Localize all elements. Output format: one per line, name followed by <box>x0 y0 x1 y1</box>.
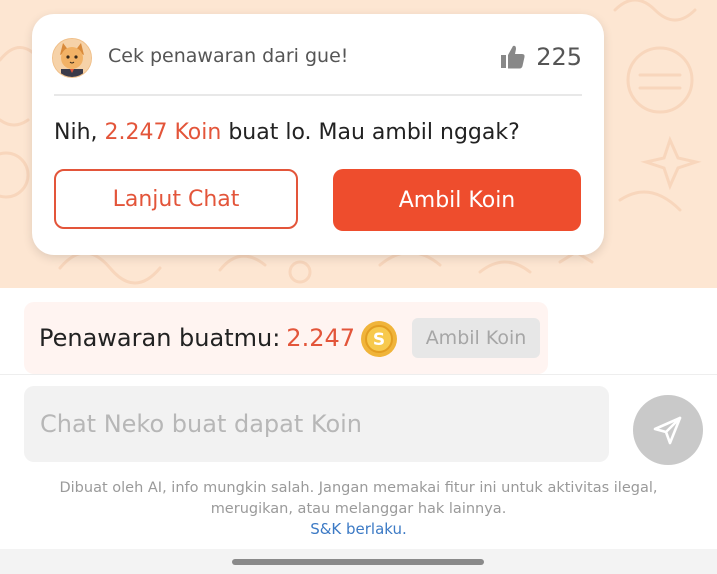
offer-strip-amount: 2.247 <box>286 324 356 352</box>
likes-count: 225 <box>536 43 582 71</box>
chat-input[interactable] <box>24 386 609 462</box>
send-button[interactable] <box>633 395 703 465</box>
disclaimer-line-2: merugikan, atau melanggar hak lainnya. <box>210 501 507 517</box>
card-divider <box>54 94 582 96</box>
offer-message: Nih, 2.247 Koin buat lo. Mau ambil nggak… <box>54 120 520 145</box>
offer-strip-text: Penawaran buatmu: 2.247 <box>39 324 355 352</box>
thumbs-up-icon <box>501 45 525 69</box>
ai-disclaimer: Dibuat oleh AI, info mungkin salah. Jang… <box>0 478 717 520</box>
likes-counter[interactable]: 225 <box>498 38 582 76</box>
offer-message-prefix: Nih, <box>54 120 105 145</box>
cat-avatar <box>52 38 92 78</box>
home-indicator[interactable] <box>232 559 484 565</box>
offer-strip: Penawaran buatmu: 2.247 S Ambil Koin <box>24 302 548 374</box>
offer-message-suffix: buat lo. Mau ambil nggak? <box>221 120 520 145</box>
offer-message-amount: 2.247 Koin <box>104 120 222 145</box>
system-navigation-bar <box>0 549 717 574</box>
card-header: Cek penawaran dari gue! 225 <box>52 36 582 78</box>
divider <box>0 374 717 375</box>
coin-offer-card: Cek penawaran dari gue! 225 Nih, 2.247 K… <box>32 14 604 255</box>
offer-strip-take-button[interactable]: Ambil Koin <box>412 318 540 358</box>
terms-link[interactable]: S&K berlaku. <box>0 520 717 538</box>
offer-strip-label: Penawaran buatmu: <box>39 324 281 352</box>
take-coins-button[interactable]: Ambil Koin <box>333 169 581 231</box>
svg-text:S: S <box>373 330 385 350</box>
chat-bottom-panel: Penawaran buatmu:2.247 S Ambil Koin Dibu… <box>0 288 717 574</box>
cat-avatar-image <box>53 39 91 77</box>
disclaimer-line-1: Dibuat oleh AI, info mungkin salah. Jang… <box>59 480 658 496</box>
offer-card-title: Cek penawaran dari gue! <box>108 45 349 67</box>
send-icon <box>653 416 682 445</box>
continue-chat-button[interactable]: Lanjut Chat <box>54 169 298 229</box>
coin-icon: S <box>361 321 397 357</box>
